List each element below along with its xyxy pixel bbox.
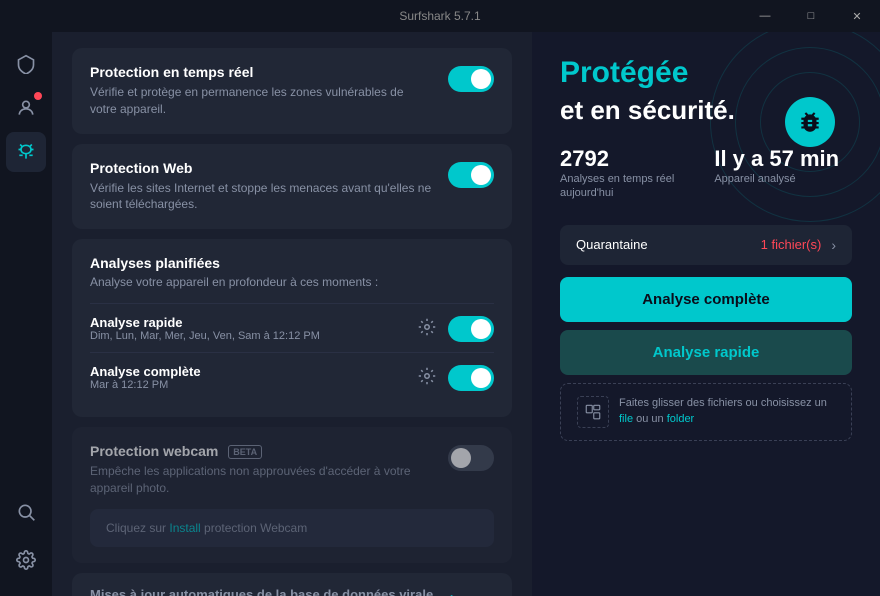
web-protection-title: Protection Web: [90, 160, 432, 176]
webcam-row: Protection webcam BETA Empêche les appli…: [90, 443, 494, 497]
scheduled-desc: Analyse votre appareil en profondeur à c…: [90, 275, 494, 289]
drop-folder-link[interactable]: folder: [667, 413, 695, 425]
full-scan-edit-icon[interactable]: [418, 367, 438, 387]
last-scan-value: Il y a 57 min: [714, 146, 839, 172]
sidebar-item-shield[interactable]: [6, 44, 46, 84]
sidebar-item-search[interactable]: [6, 492, 46, 532]
user-badge: [34, 92, 42, 100]
full-scan-schedule: Mar à 12:12 PM: [90, 379, 418, 391]
quick-scan-content: Analyse rapide Dim, Lun, Mar, Mer, Jeu, …: [90, 315, 418, 342]
last-scan-stat: Il y a 57 min Appareil analysé: [714, 146, 839, 201]
maximize-button[interactable]: □: [788, 0, 834, 32]
quick-scan-schedule: Dim, Lun, Mar, Mer, Jeu, Ven, Sam à 12:1…: [90, 330, 418, 342]
web-protection-toggle[interactable]: [448, 162, 494, 188]
web-protection-content: Protection Web Vérifie les sites Interne…: [90, 160, 448, 214]
install-box: Cliquez sur Install protection Webcam: [90, 509, 494, 547]
updates-content: Mises à jour automatiques de la base de …: [90, 587, 433, 596]
quick-scan-title: Analyse rapide: [90, 315, 418, 330]
install-link[interactable]: Install: [169, 521, 200, 535]
quick-scan-row: Analyse rapide Dim, Lun, Mar, Mer, Jeu, …: [90, 303, 494, 352]
updates-title: Mises à jour automatiques de la base de …: [90, 587, 433, 596]
web-protection-row: Protection Web Vérifie les sites Interne…: [90, 160, 494, 214]
quarantine-label: Quarantaine: [576, 237, 648, 252]
quarantine-chevron-icon: ›: [831, 237, 836, 253]
close-button[interactable]: ✕: [834, 0, 880, 32]
scheduled-analyses-section: Analyses planifiées Analyse votre appare…: [72, 239, 512, 417]
main-panel: Protection en temps réel Vérifie et prot…: [52, 32, 880, 596]
app-title: Surfshark 5.7.1: [399, 9, 480, 23]
status-title: Protégée: [560, 56, 852, 89]
sidebar: [0, 32, 52, 596]
window-controls: — □ ✕: [742, 0, 880, 32]
right-panel: Protégée et en sécurité. 2792 Analyses e…: [532, 32, 880, 596]
last-scan-label: Appareil analysé: [714, 172, 839, 186]
quarantine-value: 1 fichier(s): [761, 237, 822, 252]
drop-zone-text: Faites glisser des fichiers ou choisisse…: [619, 396, 835, 427]
beta-badge: BETA: [228, 445, 262, 459]
realtime-protection-desc: Vérifie et protège en permanence les zon…: [90, 84, 432, 118]
bug-center-icon: [785, 97, 835, 147]
webcam-section: Protection webcam BETA Empêche les appli…: [72, 427, 512, 563]
settings-panel: Protection en temps réel Vérifie et prot…: [52, 32, 532, 596]
install-suffix: protection Webcam: [201, 521, 308, 535]
realtime-protection-content: Protection en temps réel Vérifie et prot…: [90, 64, 448, 118]
full-scan-row: Analyse complète Mar à 12:12 PM: [90, 352, 494, 401]
scheduled-title: Analyses planifiées: [90, 255, 494, 271]
updates-section: Mises à jour automatiques de la base de …: [72, 573, 512, 596]
quick-scan-toggle[interactable]: [448, 316, 494, 342]
drop-zone-icon: [577, 396, 609, 428]
minimize-button[interactable]: —: [742, 0, 788, 32]
scan-count-value: 2792: [560, 146, 674, 172]
scan-count-label: Analyses en temps réel aujourd'hui: [560, 172, 674, 201]
webcam-toggle[interactable]: [448, 445, 494, 471]
realtime-protection-toggle[interactable]: [448, 66, 494, 92]
realtime-protection-title: Protection en temps réel: [90, 64, 432, 80]
scan-count-stat: 2792 Analyses en temps réel aujourd'hui: [560, 146, 674, 201]
web-protection-desc: Vérifie les sites Internet et stoppe les…: [90, 180, 432, 214]
stats-row: 2792 Analyses en temps réel aujourd'hui …: [560, 146, 852, 201]
webcam-title: Protection webcam BETA: [90, 443, 432, 459]
titlebar: Surfshark 5.7.1 — □ ✕: [0, 0, 880, 32]
sidebar-item-bug[interactable]: [6, 132, 46, 172]
sidebar-item-settings[interactable]: [6, 540, 46, 580]
realtime-protection-row: Protection en temps réel Vérifie et prot…: [90, 64, 494, 118]
sidebar-item-user[interactable]: [6, 88, 46, 128]
realtime-protection-section: Protection en temps réel Vérifie et prot…: [72, 48, 512, 134]
webcam-desc: Empêche les applications non approuvées …: [90, 463, 432, 497]
webcam-content: Protection webcam BETA Empêche les appli…: [90, 443, 448, 497]
full-scan-button[interactable]: Analyse complète: [560, 277, 852, 322]
full-scan-title: Analyse complète: [90, 364, 418, 379]
quick-scan-controls: [418, 314, 494, 342]
quick-scan-button[interactable]: Analyse rapide: [560, 330, 852, 375]
web-protection-section: Protection Web Vérifie les sites Interne…: [72, 144, 512, 230]
app-layout: Protection en temps réel Vérifie et prot…: [0, 32, 880, 596]
drop-file-link[interactable]: file: [619, 413, 633, 425]
drop-zone[interactable]: Faites glisser des fichiers ou choisisse…: [560, 383, 852, 441]
full-scan-content: Analyse complète Mar à 12:12 PM: [90, 364, 418, 391]
install-text: Cliquez sur: [106, 521, 169, 535]
quick-scan-edit-icon[interactable]: [418, 318, 438, 338]
full-scan-toggle[interactable]: [448, 365, 494, 391]
full-scan-controls: [418, 363, 494, 391]
